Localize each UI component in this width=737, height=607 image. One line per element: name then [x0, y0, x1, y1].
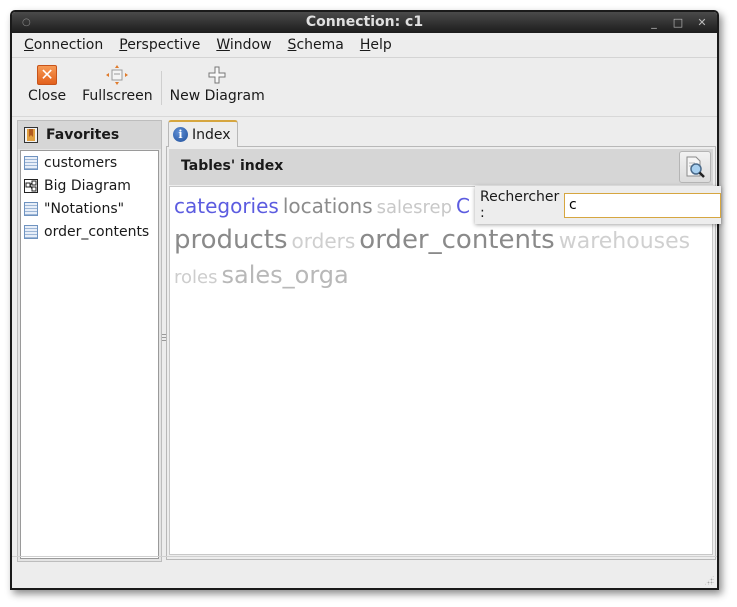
window-menu-icon[interactable]: ○: [22, 12, 31, 33]
table-icon: [24, 201, 38, 216]
menu-connection[interactable]: Connection: [16, 33, 111, 57]
table-tag-locations[interactable]: locations: [283, 194, 373, 218]
favorite-item-customers[interactable]: customers: [21, 151, 158, 174]
table-icon: [24, 155, 38, 170]
plus-icon: [208, 66, 226, 84]
favorite-item-notations[interactable]: "Notations": [21, 197, 158, 220]
minimize-button[interactable]: _: [647, 12, 661, 33]
table-tag-orders[interactable]: orders: [292, 229, 356, 253]
favorites-header: Favorites: [18, 121, 161, 149]
new-diagram-button[interactable]: New Diagram: [162, 59, 273, 104]
index-title: Tables' index: [181, 158, 284, 174]
search-label: Rechercher :: [480, 189, 560, 221]
diagram-icon: [24, 178, 38, 193]
search-document-icon: [686, 156, 705, 178]
title-bar[interactable]: ○ Connection: c1 _ □ ✕: [12, 12, 717, 33]
table-tag-c[interactable]: C: [456, 194, 470, 218]
status-bar: [12, 556, 717, 588]
toolbar: ✕ Close Fullscreen New Diagram: [12, 59, 717, 117]
search-input[interactable]: [564, 192, 721, 218]
menu-window[interactable]: Window: [208, 33, 279, 57]
menu-bar: Connection Perspective Window Schema Hel…: [12, 33, 717, 58]
menu-help[interactable]: Help: [352, 33, 400, 57]
table-tag-warehouses[interactable]: warehouses: [559, 229, 690, 254]
favorite-item-big-diagram[interactable]: Big Diagram: [21, 174, 158, 197]
close-button[interactable]: ✕ Close: [20, 59, 74, 104]
application-window: ○ Connection: c1 _ □ ✕ Connection Perspe…: [10, 10, 719, 590]
maximize-button[interactable]: □: [671, 12, 685, 33]
fullscreen-icon: [106, 65, 129, 85]
favorites-panel: Favorites customers Big Diagram "Notatio…: [17, 120, 162, 562]
table-tag-salesrep[interactable]: salesrep: [377, 197, 452, 218]
window-title: Connection: c1: [305, 14, 424, 30]
table-tag-order-contents[interactable]: order_contents: [359, 225, 554, 255]
menu-perspective[interactable]: Perspective: [111, 33, 208, 57]
menu-schema[interactable]: Schema: [280, 33, 352, 57]
favorites-list: customers Big Diagram "Notations" order_…: [20, 150, 159, 559]
tab-index[interactable]: i Index: [168, 120, 238, 147]
favorite-item-order-contents[interactable]: order_contents: [21, 220, 158, 243]
table-tag-categories[interactable]: categories: [174, 194, 279, 218]
table-tag-roles[interactable]: roles: [174, 267, 217, 288]
search-popup: Rechercher :: [475, 186, 721, 224]
fullscreen-button[interactable]: Fullscreen: [74, 59, 160, 104]
info-icon: i: [173, 127, 188, 142]
table-icon: [24, 224, 38, 239]
resize-grip[interactable]: [704, 575, 714, 585]
bookmark-icon: [24, 127, 38, 143]
table-tag-products[interactable]: products: [174, 225, 288, 255]
close-icon: ✕: [37, 65, 58, 85]
close-window-button[interactable]: ✕: [695, 12, 709, 33]
table-tag-sales-orga[interactable]: sales_orga: [221, 261, 348, 289]
index-header: Tables' index: [169, 149, 713, 185]
search-button[interactable]: [679, 151, 711, 183]
tables-index-cloud: categories locations salesrep Cproducts orde…: [169, 186, 713, 555]
